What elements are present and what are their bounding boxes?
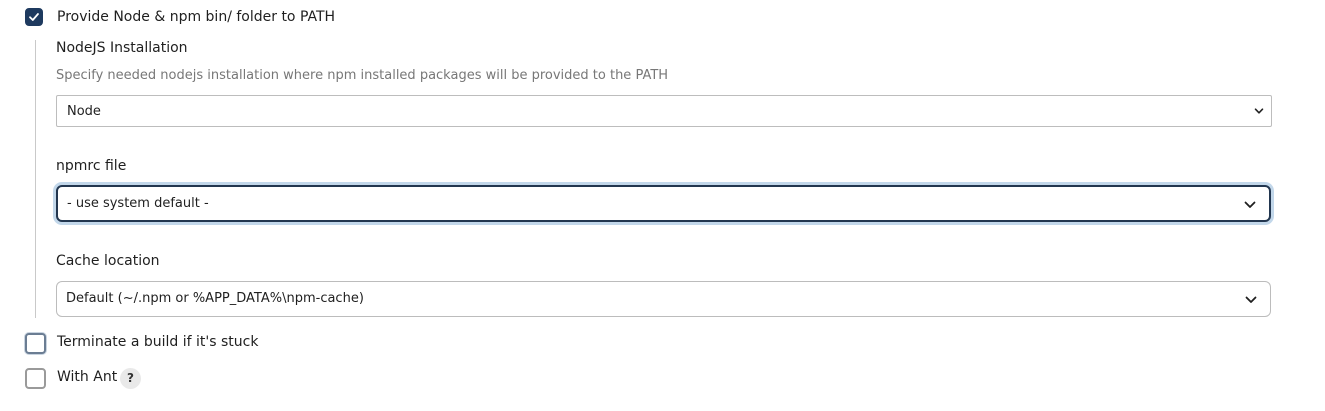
with-ant-checkbox[interactable]	[25, 368, 46, 389]
chevron-down-icon	[1244, 201, 1256, 208]
npmrc-file-select[interactable]: - use system default -	[56, 185, 1271, 222]
provide-node-checkbox[interactable]	[25, 8, 43, 26]
cache-location-select[interactable]: Default (~/.npm or %APP_DATA%\npm-cache)	[56, 281, 1271, 317]
nodejs-installation-description: Specify needed nodejs installation where…	[56, 68, 669, 83]
npmrc-file-value: - use system default -	[67, 196, 209, 211]
nested-section-divider	[35, 40, 36, 318]
provide-node-label[interactable]: Provide Node & npm bin/ folder to PATH	[57, 9, 335, 25]
chevron-down-icon	[1245, 296, 1257, 303]
nodejs-installation-value: Node	[67, 104, 101, 119]
check-icon	[29, 13, 39, 21]
terminate-build-label[interactable]: Terminate a build if it's stuck	[57, 334, 258, 350]
with-ant-label[interactable]: With Ant	[57, 369, 117, 385]
nodejs-installation-label: NodeJS Installation	[56, 40, 188, 56]
nodejs-installation-select[interactable]: Node	[56, 95, 1272, 127]
terminate-build-checkbox[interactable]	[25, 333, 46, 354]
help-icon[interactable]: ?	[120, 368, 141, 389]
cache-location-value: Default (~/.npm or %APP_DATA%\npm-cache)	[66, 291, 364, 306]
cache-location-label: Cache location	[56, 253, 160, 269]
chevron-down-icon	[1254, 108, 1264, 114]
npmrc-file-label: npmrc file	[56, 158, 127, 174]
